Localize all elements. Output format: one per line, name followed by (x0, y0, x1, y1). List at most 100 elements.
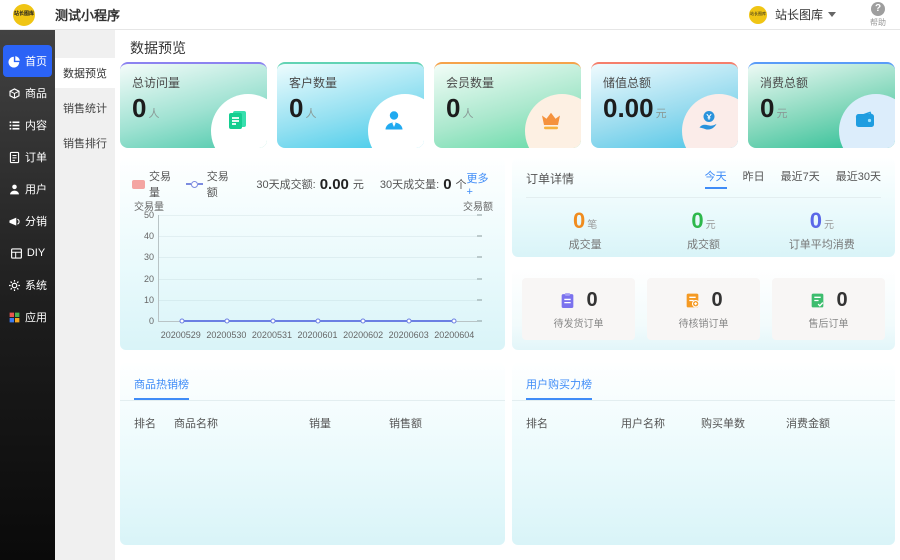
document-icon (225, 108, 249, 132)
stat-unit: 人 (148, 108, 159, 120)
product-rank-panel: 商品热销榜 排名 商品名称 销量 销售额 (120, 363, 505, 545)
page-title: 数据预览 (130, 38, 186, 58)
stat-card-members: 会员数量 0人 (434, 62, 581, 148)
stat-unit: 元 (776, 108, 787, 120)
stat-avg-order-spend: 0元 订单平均消费 (763, 208, 881, 252)
goods-icon (8, 87, 21, 100)
stat-card-stored-value: 储值总额 0.00元 (591, 62, 738, 148)
product-rank-title[interactable]: 商品热销榜 (134, 376, 189, 400)
tab-last-30-days[interactable]: 最近30天 (836, 168, 881, 189)
tab-today[interactable]: 今天 (705, 168, 727, 189)
status-label: 待核销订单 (679, 315, 729, 330)
order-detail-panel: 订单详情 今天 昨日 最近7天 最近30天 0笔 成交量 0元 成交额 0元 订… (512, 158, 895, 257)
card-pending-verification[interactable]: 0 待核销订单 (647, 278, 760, 340)
line-data-point (316, 319, 321, 324)
summary-label: 30天成交量: (380, 176, 439, 192)
line-data-point (270, 319, 275, 324)
sidebar-item-distribution[interactable]: 分销 (3, 205, 52, 237)
stat-unit: 人 (305, 108, 316, 120)
divider (120, 400, 505, 401)
sidebar-item-home[interactable]: 首页 (3, 45, 52, 77)
stat-value: 0 (289, 93, 303, 123)
column-header: 销售额 (389, 415, 422, 431)
legend-label: 交易额 (207, 168, 231, 200)
tab-last-7-days[interactable]: 最近7天 (781, 168, 820, 189)
hand-coin-icon (696, 108, 720, 132)
sidebar-item-label: 系统 (25, 277, 47, 293)
user-name[interactable]: 站长图库 (775, 6, 823, 23)
sidebar-item-label: 用户 (25, 181, 47, 197)
line-data-point (361, 319, 366, 324)
submenu-item-sales-rank[interactable]: 销售排行 (55, 128, 115, 158)
user-avatar[interactable]: 站长图库 (749, 6, 767, 24)
stat-unit: 元 (656, 108, 667, 120)
topbar: 站长图库 测试小程序 站长图库 站长图库 ? 帮助 (0, 0, 900, 30)
column-header: 销量 (309, 415, 389, 431)
amount-line-icon (186, 181, 203, 188)
card-after-sales[interactable]: 0 售后订单 (772, 278, 885, 340)
line-data-point (452, 319, 457, 324)
crown-icon (539, 108, 563, 132)
sidebar-item-label: 内容 (25, 117, 47, 133)
order-detail-header: 订单详情 今天 昨日 最近7天 最近30天 (526, 168, 881, 198)
summary-value: 0.00 (320, 176, 349, 193)
chart-summary: 30天成交额: 0.00 元 30天成交量: 0 个 (256, 176, 466, 193)
sidebar-item-label: DIY (27, 247, 45, 259)
stat-cards-row: 总访问量 0人 客户数量 0人 会员数量 0人 储值总额 0.00元 (120, 62, 895, 148)
summary-unit: 元 (353, 176, 364, 192)
column-header: 购买单数 (701, 415, 786, 431)
column-header: 排名 (526, 415, 621, 431)
summary-label: 30天成交额: (256, 176, 315, 192)
divider (512, 400, 895, 401)
layout-icon (10, 247, 23, 260)
pie-chart-icon (8, 55, 21, 68)
help-button[interactable]: ? 帮助 (870, 2, 886, 28)
stat-label: 消费总额 (760, 74, 883, 91)
sidebar-item-label: 商品 (25, 85, 47, 101)
user-rank-title[interactable]: 用户购买力榜 (526, 376, 592, 400)
legend-volume[interactable]: 交易量 (132, 168, 176, 200)
sidebar: 首页 商品 内容 订单 用户 分销 DIY 系统 应用 (0, 30, 55, 560)
stat-label: 客户数量 (289, 74, 412, 91)
sidebar-item-system[interactable]: 系统 (3, 269, 52, 301)
order-tabs: 今天 昨日 最近7天 最近30天 (705, 168, 881, 189)
user-icon (8, 183, 21, 196)
tab-yesterday[interactable]: 昨日 (743, 168, 765, 189)
stat-card-consumption: 消费总额 0元 (748, 62, 895, 148)
legend-amount[interactable]: 交易额 (186, 168, 231, 200)
sidebar-item-label: 首页 (25, 53, 47, 69)
stat-label: 储值总额 (603, 74, 726, 91)
doc-check-icon (809, 292, 826, 309)
sidebar-item-diy[interactable]: DIY (3, 237, 52, 269)
chevron-down-icon[interactable] (828, 12, 836, 17)
order-doc-icon (8, 151, 21, 164)
sidebar-item-users[interactable]: 用户 (3, 173, 52, 205)
card-pending-shipment[interactable]: 0 待发货订单 (522, 278, 635, 340)
sidebar-item-orders[interactable]: 订单 (3, 141, 52, 173)
stat-value: 0.00 (603, 93, 654, 123)
user-rank-columns: 排名 用户名称 购买单数 消费金额 (526, 415, 881, 431)
sidebar-item-apps[interactable]: 应用 (3, 301, 52, 333)
column-header: 排名 (134, 415, 174, 431)
stat-value: 0 (446, 93, 460, 123)
sidebar-item-content[interactable]: 内容 (3, 109, 52, 141)
stat-value: 0 (132, 93, 146, 123)
column-header: 用户名称 (621, 415, 701, 431)
line-data-point (406, 319, 411, 324)
sidebar-item-goods[interactable]: 商品 (3, 77, 52, 109)
line-data-point (225, 319, 230, 324)
stat-unit: 人 (462, 108, 473, 120)
submenu: 数据预览 销售统计 销售排行 (55, 30, 115, 560)
stat-card-customers: 客户数量 0人 (277, 62, 424, 148)
stat-label: 总访问量 (132, 74, 255, 91)
more-link[interactable]: 更多 + (467, 170, 493, 198)
stat-deal-amount: 0元 成交额 (644, 208, 762, 252)
transaction-chart-panel: 交易量 交易额 30天成交额: 0.00 元 30天成交量: 0 个 更多 + … (120, 158, 505, 350)
submenu-item-data-overview[interactable]: 数据预览 (55, 58, 115, 88)
stat-label: 会员数量 (446, 74, 569, 91)
summary-unit: 个 (456, 176, 467, 192)
chart-area: 交易量 交易额 50 40 30 20 10 0 202005292020053… (132, 198, 493, 344)
submenu-item-sales-stats[interactable]: 销售统计 (55, 93, 115, 123)
status-label: 待发货订单 (554, 315, 604, 330)
app-title: 测试小程序 (55, 5, 120, 24)
